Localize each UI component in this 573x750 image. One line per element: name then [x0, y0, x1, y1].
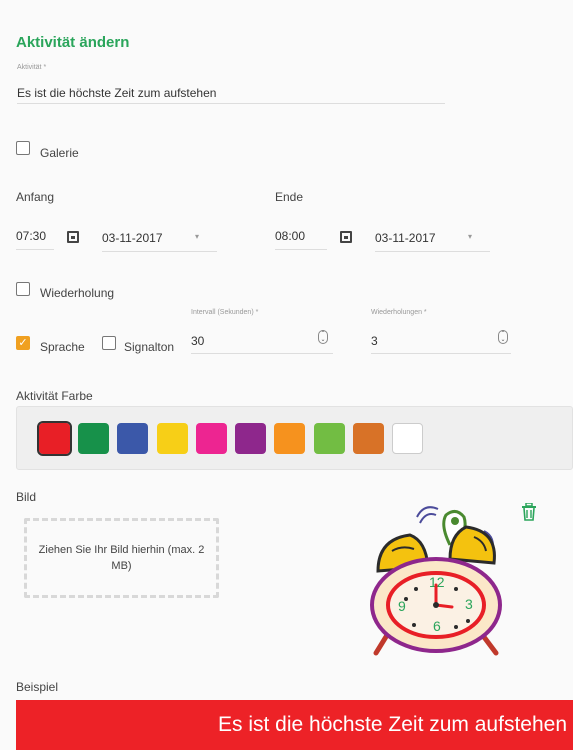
ende-label: Ende [275, 190, 304, 204]
galerie-checkbox[interactable] [16, 141, 30, 155]
clock-number: 6 [433, 618, 441, 634]
stepper-icon[interactable]: ⌃ ⌄ [498, 330, 508, 344]
color-swatch[interactable] [353, 423, 384, 454]
color-swatch[interactable] [196, 423, 227, 454]
ende-date-value: 03-11-2017 [375, 231, 436, 245]
color-swatch[interactable] [37, 421, 72, 456]
dropdown-caret-icon: ▾ [468, 232, 473, 241]
color-swatch[interactable] [78, 423, 109, 454]
farbe-label: Aktivität Farbe [16, 389, 93, 403]
ende-date-input[interactable]: 03-11-2017 ▾ [375, 229, 490, 252]
color-swatch[interactable] [117, 423, 148, 454]
intervall-field-label: Intervall (Sekunden) * [191, 309, 259, 316]
wiederholung-checkbox[interactable] [16, 282, 30, 296]
signalton-checkbox[interactable] [102, 336, 116, 350]
color-swatch[interactable] [157, 423, 188, 454]
calendar-icon[interactable] [67, 231, 79, 243]
wiederholungen-value: 3 [371, 334, 378, 348]
sprache-label: Sprache [40, 340, 85, 354]
intervall-value: 30 [191, 334, 205, 348]
ende-time-input[interactable]: 08:00 [275, 227, 327, 250]
anfang-time-input[interactable]: 07:30 [16, 227, 54, 250]
signalton-label: Signalton [124, 340, 175, 354]
image-dropzone[interactable]: Ziehen Sie Ihr Bild hierhin (max. 2 MB) [24, 518, 219, 598]
anfang-label: Anfang [16, 190, 55, 204]
color-swatch[interactable] [392, 423, 423, 454]
intervall-input[interactable]: 30 [191, 332, 333, 354]
activity-input-value: Es ist die höchste Zeit zum aufstehen [17, 86, 217, 100]
ende-time-value: 08:00 [275, 229, 306, 243]
color-picker [16, 406, 573, 470]
bild-label: Bild [16, 490, 37, 504]
dropdown-caret-icon: ▾ [195, 232, 200, 241]
galerie-label: Galerie [40, 146, 79, 160]
dropzone-text: Ziehen Sie Ihr Bild hierhin (max. 2 MB) [38, 543, 205, 573]
alarm-clock-icon: 12 3 6 9 [370, 506, 502, 656]
trash-icon[interactable] [521, 503, 537, 521]
page-title: Aktivität ändern [16, 34, 130, 51]
color-swatch[interactable] [235, 423, 266, 454]
example-banner-text: Es ist die höchste Zeit zum aufstehen [217, 713, 567, 736]
color-swatch[interactable] [274, 423, 305, 454]
beispiel-label: Beispiel [16, 680, 59, 694]
sprache-checkbox[interactable]: ✓ [16, 336, 30, 350]
anfang-time-value: 07:30 [16, 229, 47, 243]
example-banner: Es ist die höchste Zeit zum aufstehen [16, 700, 573, 750]
color-swatch[interactable] [314, 423, 345, 454]
activity-field-label: Aktivität * [17, 64, 47, 71]
stepper-icon[interactable]: ⌃ ⌄ [318, 330, 328, 344]
wiederholungen-input[interactable]: 3 [371, 332, 511, 354]
activity-input[interactable]: Es ist die höchste Zeit zum aufstehen [17, 84, 445, 104]
calendar-icon[interactable] [340, 231, 352, 243]
clock-number: 3 [465, 596, 473, 612]
wiederholungen-field-label: Wiederholungen * [371, 309, 427, 316]
anfang-date-input[interactable]: 03-11-2017 ▾ [102, 229, 217, 252]
anfang-date-value: 03-11-2017 [102, 231, 163, 245]
wiederholung-label: Wiederholung [40, 286, 115, 300]
